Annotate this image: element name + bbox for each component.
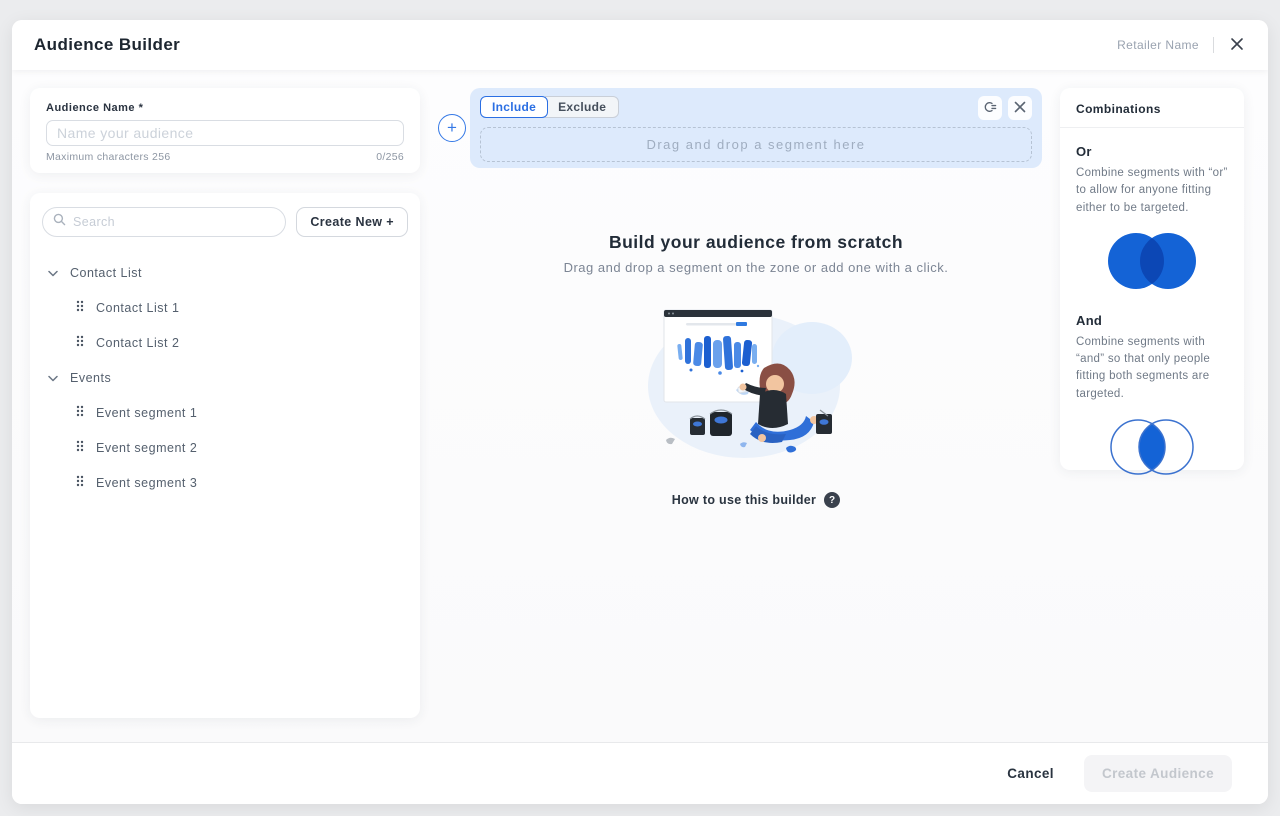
audience-name-card: Audience Name * Maximum characters 256 0… [30, 88, 420, 173]
character-counter: 0/256 [376, 151, 404, 163]
search-icon [53, 213, 66, 231]
header-divider [1213, 37, 1214, 53]
how-to-use-label: How to use this builder [671, 493, 817, 507]
tree-item-label: Contact List 1 [96, 300, 180, 315]
audience-name-input[interactable] [46, 120, 404, 146]
tree-item-label: Event segment 1 [96, 405, 198, 420]
drag-handle-icon [76, 404, 84, 422]
tree-item-event-segment-1[interactable]: Event segment 1 [42, 395, 408, 430]
tree-group-events[interactable]: Events [42, 360, 408, 395]
chevron-down-icon [48, 264, 58, 282]
tree-item-event-segment-2[interactable]: Event segment 2 [42, 430, 408, 465]
and-venn-diagram [1110, 419, 1194, 475]
and-heading: And [1076, 312, 1103, 328]
duplicate-block-icon [982, 99, 998, 118]
or-heading: Or [1076, 144, 1092, 159]
tree-group-label: Contact List [70, 265, 143, 280]
close-icon [1014, 101, 1026, 116]
close-modal-button[interactable] [1228, 35, 1246, 56]
combinations-card: Combinations Or Combine segments with “o… [1060, 88, 1244, 475]
audience-name-label: Audience Name * [46, 102, 144, 114]
and-description: Combine segments with “and” so that only… [1076, 335, 1211, 400]
max-characters-helper: Maximum characters 256 [46, 151, 171, 163]
search-box[interactable] [42, 207, 287, 237]
combination-and-section: And Combine segments with “and” so that … [1060, 297, 1244, 483]
add-block-button[interactable]: + [438, 114, 466, 142]
modal-header: Audience Builder Retailer Name [12, 20, 1268, 70]
close-icon [1230, 37, 1244, 54]
retailer-name: Retailer Name [1117, 38, 1199, 52]
drag-handle-icon [76, 474, 84, 492]
tree-group-contact-list[interactable]: Contact List [42, 255, 408, 290]
drag-handle-icon [76, 439, 84, 457]
tree-group-label: Events [70, 370, 112, 385]
drag-handle-icon [76, 334, 84, 352]
remove-block-button[interactable] [1008, 96, 1032, 120]
duplicate-block-button[interactable] [978, 96, 1002, 120]
page-title: Audience Builder [34, 35, 181, 54]
chevron-down-icon [48, 369, 58, 387]
tree-item-label: Event segment 2 [96, 440, 198, 455]
combination-or-section: Or Combine segments with “or” to allow f… [1060, 128, 1244, 297]
exclude-tab[interactable]: Exclude [545, 96, 620, 118]
create-audience-button[interactable]: Create Audience [1083, 755, 1232, 792]
segments-tree: Contact List Contact List 1 Contact List… [42, 255, 408, 500]
segment-block-panel: Include Exclude Drag and drop a segment … [470, 88, 1042, 168]
empty-state-subheading: Drag and drop a segment on the zone or a… [563, 260, 949, 275]
how-to-use-link[interactable]: How to use this builder ? [470, 492, 1042, 508]
tree-item-contact-list-1[interactable]: Contact List 1 [42, 290, 408, 325]
painter-illustration [648, 309, 852, 458]
audience-builder-modal: Audience Builder Retailer Name Audience … [12, 20, 1268, 804]
or-description: Combine segments with “or” to allow for … [1076, 167, 1228, 214]
create-new-button[interactable]: Create New + [296, 207, 408, 237]
drag-handle-icon [76, 299, 84, 317]
combinations-title: Combinations [1060, 88, 1244, 128]
tree-item-label: Contact List 2 [96, 335, 180, 350]
modal-footer: Cancel Create Audience [12, 742, 1268, 804]
search-input[interactable] [73, 215, 276, 229]
tree-item-contact-list-2[interactable]: Contact List 2 [42, 325, 408, 360]
empty-state-heading: Build your audience from scratch [608, 232, 904, 252]
segment-dropzone[interactable]: Drag and drop a segment here [480, 127, 1032, 162]
or-venn-diagram [1108, 232, 1196, 289]
cancel-button[interactable]: Cancel [1007, 766, 1054, 781]
include-tab[interactable]: Include [480, 96, 549, 118]
modal-body: Audience Name * Maximum characters 256 0… [12, 70, 1268, 742]
segments-card: Create New + Contact List Contact List 1 [30, 193, 420, 718]
tree-item-event-segment-3[interactable]: Event segment 3 [42, 465, 408, 500]
question-mark-icon: ? [824, 492, 841, 508]
tree-item-label: Event segment 3 [96, 475, 198, 490]
